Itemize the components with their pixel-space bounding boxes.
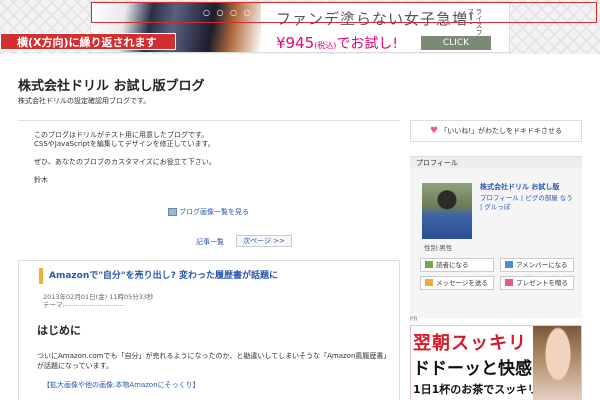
blog-intro: このブログはドリルがテスト用に用意したブログです。 CSSやJavaScript…	[18, 120, 400, 185]
intro-signature: 鈴木	[34, 176, 48, 184]
avatar[interactable]	[422, 183, 472, 239]
article-list-link[interactable]: 記事一覧	[196, 237, 224, 247]
reader-label: 読者になる	[436, 261, 469, 269]
ad-price-main: ¥945	[276, 34, 315, 52]
annotation-highlight-box	[91, 2, 597, 23]
become-reader-button[interactable]: 読者になる	[420, 258, 494, 272]
intro-line: ぜひ、あなたのブロブのカスタマイズにお役立て下さい。	[34, 158, 216, 166]
next-page-button[interactable]: 次ページ >>	[236, 235, 292, 247]
entry-theme-label: テーマ:	[43, 301, 65, 309]
entry-body: ついにAmazon.comでも「自分」が売れるようになったのか、と勘違いしてしま…	[37, 352, 387, 370]
annotation-label: 横(X方向)に繰り返されます	[0, 33, 176, 50]
pr-ad-headline: 翌朝スッキリ	[413, 333, 527, 354]
pr-label: PR	[410, 316, 418, 323]
entry-image-link[interactable]: 【拡大画像や他の画像:本物Amazonにそっくり】	[43, 380, 200, 390]
blog-entry: Amazonで"自分"を売り出し? 変わった履歴書が話題に 2013年02月01…	[18, 260, 400, 400]
pr-ad-banner[interactable]: 翌朝スッキリ ドドーッと快感!! 1日1杯のお茶でスッキリ	[410, 325, 582, 400]
send-present-button[interactable]: プレゼントを贈る	[500, 276, 574, 290]
main-column: このブログはドリルがテスト用に用意したブログです。 CSSやJavaScript…	[18, 120, 400, 400]
ad-price-tax: (税込)	[314, 41, 337, 50]
blog-title[interactable]: 株式会社ドリル お試し版ブログ	[18, 75, 205, 94]
ad-price-rest: でお試し!	[336, 36, 399, 52]
become-amember-button[interactable]: アメンバーになる	[500, 258, 574, 272]
ad-price: ¥945(税込)でお試し!	[276, 33, 398, 53]
reader-icon	[425, 261, 433, 268]
amember-label: アメンバーになる	[516, 261, 568, 269]
intro-line: CSSやJavaScriptを編集してデザインを修正しています。	[34, 140, 215, 148]
blog-subtitle: 株式会社ドリルの設定確認用ブログです。	[18, 97, 151, 105]
image-list-label: ブログ画像一覧を見る	[179, 208, 249, 216]
profile-gender: 性別:男性	[424, 244, 453, 252]
intro-line: このブログはドリルがテスト用に用意したブログです。	[34, 131, 209, 139]
profile-header: プロフィール	[410, 156, 582, 168]
gift-icon	[505, 279, 513, 286]
pr-ad-subtext: 1日1杯のお茶でスッキリ	[413, 383, 539, 396]
send-message-button[interactable]: メッセージを送る	[420, 276, 494, 290]
profile-name[interactable]: 株式会社ドリル お試し版	[480, 182, 559, 192]
entry-heading: はじめに	[37, 324, 81, 337]
pr-ad-model-image	[533, 326, 581, 400]
envelope-icon	[425, 279, 433, 286]
like-label: 「いいね!」がわたしをドキドキさせる	[440, 127, 563, 135]
image-list-link[interactable]: ブログ画像一覧を見る	[168, 207, 249, 217]
present-label: プレゼントを贈る	[516, 279, 568, 287]
profile-links[interactable]: プロフィール | ピグの部屋 なう | グルっぽ	[480, 194, 576, 212]
message-label: メッセージを送る	[436, 279, 488, 287]
entry-theme: テーマ:	[43, 299, 125, 309]
pr-ad-tagline: ドドーッと快感!!	[413, 359, 548, 379]
image-icon	[168, 208, 177, 216]
amember-icon	[505, 261, 513, 268]
entry-title-link[interactable]: Amazonで"自分"を売り出し? 変わった履歴書が話題に	[39, 268, 379, 284]
like-button[interactable]: ♥ 「いいね!」がわたしをドキドキさせる	[410, 120, 582, 142]
profile-box: 株式会社ドリル お試し版 プロフィール | ピグの部屋 なう | グルっぽ 性別…	[410, 168, 582, 318]
heart-icon: ♥	[429, 126, 439, 136]
ad-click-button[interactable]: CLICK	[421, 36, 491, 50]
